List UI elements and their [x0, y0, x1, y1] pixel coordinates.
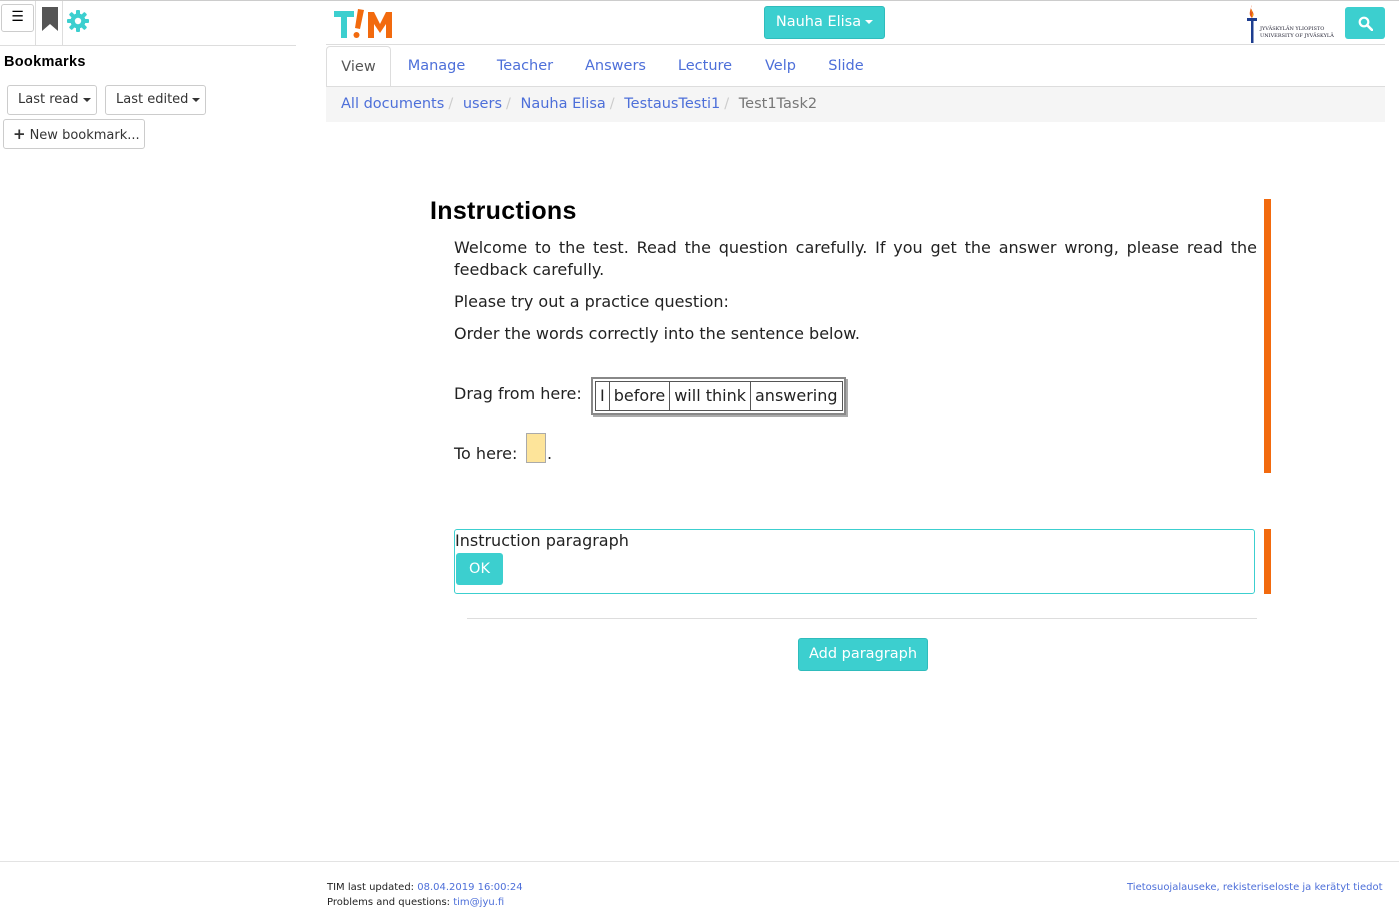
draggable-word[interactable]: I	[595, 381, 610, 411]
breadcrumb-current: Test1Task2	[738, 96, 818, 112]
last-read-label: Last read	[18, 92, 79, 107]
breadcrumb-separator: /	[448, 96, 454, 112]
new-bookmark-button[interactable]: + New bookmark...	[3, 119, 145, 149]
breadcrumb-users[interactable]: users	[463, 96, 502, 112]
tab-slide[interactable]: Slide	[820, 46, 872, 87]
tab-velp[interactable]: Velp	[756, 46, 805, 87]
tab-manage[interactable]: Manage	[397, 46, 476, 87]
paragraph-editor-label: Instruction paragraph	[455, 531, 629, 550]
sidebar-divider	[0, 45, 296, 46]
footer-divider	[0, 861, 1399, 862]
gear-icon[interactable]	[66, 9, 90, 33]
drop-zone[interactable]	[526, 433, 546, 463]
plus-icon: +	[13, 125, 26, 143]
draggable-word[interactable]: before	[608, 381, 671, 411]
breadcrumb: All documents / users / Nauha Elisa / Testa…	[326, 87, 1385, 122]
breadcrumb-separator: /	[724, 96, 730, 112]
ok-button[interactable]: OK	[456, 553, 503, 585]
paragraph-marker[interactable]	[1264, 199, 1271, 473]
page-title: Instructions	[430, 197, 577, 225]
bookmark-icon	[42, 7, 58, 31]
hamburger-icon: ☰	[11, 9, 24, 25]
breadcrumb-user-folder[interactable]: Nauha Elisa	[521, 96, 606, 112]
paragraph-marker[interactable]	[1264, 529, 1271, 594]
user-menu-button[interactable]: Nauha Elisa	[764, 6, 885, 39]
user-name: Nauha Elisa	[775, 14, 862, 30]
draggable-word[interactable]: will think	[669, 381, 751, 411]
last-updated-value[interactable]: 08.04.2019 16:00:24	[417, 882, 522, 893]
new-bookmark-label: New bookmark...	[29, 128, 140, 143]
drag-source-label: Drag from here:	[454, 384, 582, 403]
tab-answers[interactable]: Answers	[576, 46, 655, 87]
document-end-divider	[467, 618, 1257, 619]
draggable-word[interactable]: answering	[750, 381, 843, 411]
add-paragraph-button[interactable]: Add paragraph	[798, 638, 928, 671]
order-instruction: Order the words correctly into the sente…	[454, 324, 860, 343]
search-button[interactable]	[1345, 7, 1385, 39]
tab-lecture[interactable]: Lecture	[669, 46, 741, 87]
university-name-fi: JYVÄSKYLÄN YLIOPISTO	[1260, 26, 1325, 32]
caret-down-icon	[865, 20, 874, 24]
sentence-period: .	[547, 444, 553, 463]
word-bank: I before will think answering	[591, 377, 846, 415]
last-read-dropdown[interactable]: Last read	[7, 85, 97, 115]
breadcrumb-separator: /	[506, 96, 511, 112]
contact-label: Problems and questions:	[327, 897, 451, 908]
search-icon	[1358, 16, 1373, 31]
breadcrumb-course-folder[interactable]: TestausTesti1	[624, 96, 720, 112]
breadcrumb-separator: /	[609, 96, 615, 112]
contact-email-link[interactable]: tim@jyu.fi	[453, 897, 504, 908]
last-updated-label: TIM last updated:	[327, 882, 415, 893]
last-edited-label: Last edited	[116, 92, 189, 107]
practice-paragraph: Please try out a practice question:	[454, 292, 729, 311]
menu-toggle-button[interactable]: ☰	[1, 4, 34, 32]
last-updated-info: TIM last updated: 08.04.2019 16:00:24	[327, 882, 523, 893]
welcome-paragraph: Welcome to the test. Read the question c…	[454, 238, 1257, 279]
privacy-link-container: Tietosuojalauseke, rekisteriseloste ja k…	[1127, 882, 1383, 893]
caret-down-icon	[82, 97, 91, 102]
bookmarks-heading: Bookmarks	[4, 54, 86, 70]
breadcrumb-all-documents[interactable]: All documents	[341, 96, 444, 112]
tab-teacher[interactable]: Teacher	[488, 46, 562, 87]
drop-target-label: To here:	[454, 444, 518, 463]
university-logo[interactable]: JYVÄSKYLÄN YLIOPISTO UNIVERSITY OF JYVÄS…	[1245, 5, 1337, 43]
caret-down-icon	[192, 97, 201, 102]
bookmarks-tab[interactable]	[35, 1, 63, 45]
tim-logo[interactable]	[332, 5, 398, 41]
contact-info: Problems and questions: tim@jyu.fi	[327, 897, 504, 908]
paragraph-editor[interactable]: Instruction paragraph OK	[454, 529, 1255, 594]
university-name-en: UNIVERSITY OF JYVÄSKYLÄ	[1260, 33, 1334, 39]
header-divider	[326, 44, 1385, 45]
torch-icon	[1247, 5, 1257, 43]
tab-view[interactable]: View	[326, 46, 391, 88]
privacy-link[interactable]: Tietosuojalauseke, rekisteriseloste ja k…	[1127, 882, 1383, 893]
last-edited-dropdown[interactable]: Last edited	[105, 85, 206, 115]
document-tabs: View Manage Teacher Answers Lecture Velp…	[326, 46, 1385, 88]
